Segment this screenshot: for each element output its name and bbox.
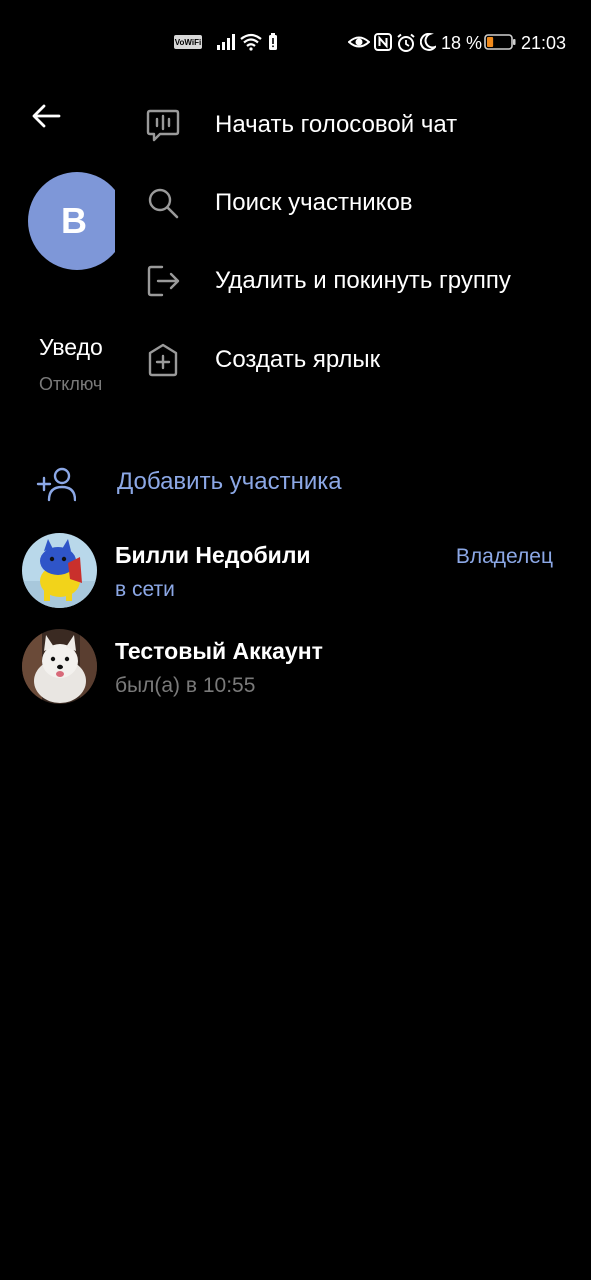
overflow-menu: Начать голосовой чат Поиск участников Уд…: [115, 78, 591, 408]
leave-icon: [145, 263, 181, 299]
add-member-button[interactable]: Добавить участника: [0, 452, 591, 516]
add-shortcut-icon: [145, 342, 181, 378]
member-row[interactable]: Билли Недобили в сети Владелец: [0, 528, 591, 624]
moon-icon: [420, 33, 436, 51]
battery-icon: [484, 34, 516, 50]
menu-item-create-shortcut[interactable]: Создать ярлык: [115, 325, 591, 395]
vowifi-icon: VoWiFi: [174, 35, 202, 49]
clock: 21:03: [521, 32, 567, 53]
back-button[interactable]: [26, 96, 66, 136]
group-avatar-letter: В: [61, 200, 87, 241]
member-row[interactable]: Тестовый Аккаунт был(а) в 10:55: [0, 624, 591, 720]
voice-chat-icon: [145, 107, 181, 143]
battery-saver-icon: [269, 33, 277, 50]
alarm-icon: [397, 33, 415, 52]
notifications-title[interactable]: Уведо: [39, 334, 103, 361]
menu-item-label: Начать голосовой чат: [215, 111, 458, 138]
member-avatar: [22, 629, 97, 704]
group-avatar[interactable]: В: [28, 172, 126, 270]
member-name: Тестовый Аккаунт: [115, 638, 323, 664]
battery-percent: 18 %: [441, 32, 483, 53]
menu-item-label: Поиск участников: [215, 189, 413, 216]
status-bar: VoWiFi 18 % 21:03: [0, 0, 591, 86]
arrow-left-icon: [32, 104, 61, 128]
member-avatar: [22, 533, 97, 608]
menu-item-label: Удалить и покинуть группу: [215, 267, 511, 294]
member-status: был(а) в 10:55: [115, 674, 256, 697]
member-status: в сети: [115, 578, 175, 601]
wifi-icon: [240, 33, 262, 51]
menu-item-leave-group[interactable]: Удалить и покинуть группу: [115, 246, 591, 316]
add-member-label: Добавить участника: [117, 468, 342, 495]
nfc-icon: [374, 33, 392, 51]
menu-item-voice-chat[interactable]: Начать голосовой чат: [115, 90, 591, 160]
search-icon: [145, 185, 181, 221]
eye-icon: [348, 36, 370, 48]
notifications-subtitle: Отключ: [39, 374, 103, 394]
signal-icon: [217, 34, 235, 50]
menu-item-label: Создать ярлык: [215, 346, 381, 373]
member-name: Билли Недобили: [115, 542, 311, 568]
add-user-icon: [36, 467, 76, 502]
menu-item-search-members[interactable]: Поиск участников: [115, 168, 591, 238]
member-role-badge: Владелец: [455, 545, 553, 568]
